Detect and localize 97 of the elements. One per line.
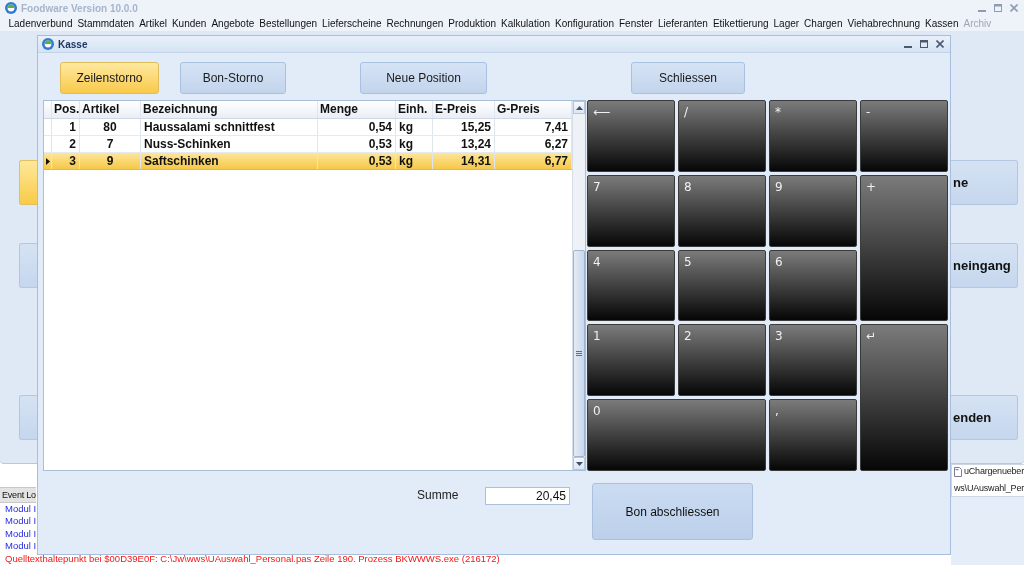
menu-item[interactable]: Etikettierung [710,17,771,30]
log-entry: Modul I [4,515,37,528]
table-cell: 13,24 [433,136,495,152]
table-cell: kg [396,119,433,135]
background-button[interactable]: enden [951,395,1018,440]
table-cell: kg [396,136,433,152]
file-path: ws\UAuswahl_Per [954,483,1024,494]
background-button[interactable] [19,243,37,288]
column-header[interactable]: Einh. [396,101,433,118]
keypad-key[interactable]: , [769,399,857,471]
toolbar-button[interactable]: Bon-Storno [180,62,286,94]
keypad-key[interactable]: 6 [769,249,857,322]
table-cell: 0,54 [318,119,396,135]
table-row[interactable]: 1 80 Haussalami schnittfest 0,54 kg 15,25 7,41 [44,119,572,136]
menu-item[interactable]: Viehabrechnung [844,17,923,30]
toolbar-button[interactable]: Neue Position [360,62,487,94]
menu-item[interactable]: Angebote [208,17,257,30]
row-pointer-icon [45,157,50,165]
finish-button[interactable]: Bon abschliessen [592,483,753,540]
keypad-key[interactable]: 5 [678,249,766,322]
column-header[interactable]: Pos. [52,101,80,118]
table-cell: Haussalami schnittfest [141,119,318,135]
keypad-key[interactable]: 4 [587,249,675,322]
maximize-icon[interactable] [920,40,928,48]
keypad-key[interactable]: 8 [678,174,766,247]
keypad-key[interactable]: 1 [587,324,675,397]
menu-item[interactable]: Bestellungen [256,17,320,30]
keypad-key[interactable]: - [860,100,948,172]
file-name: uChargenueber [964,466,1024,477]
keypad-key[interactable]: 9 [769,174,857,247]
logo-icon [42,38,54,50]
table-cell: 14,31 [433,153,495,169]
background-button[interactable] [19,160,37,205]
scroll-up-button[interactable] [573,101,585,114]
table-cell: 0,53 [318,136,396,152]
keypad-key[interactable]: 7 [587,174,675,247]
keypad-key[interactable]: 3 [769,324,857,397]
log-entry: Modul I [4,503,37,516]
sum-field[interactable]: 20,45 [485,487,570,505]
table-cell: 3 [52,153,80,169]
menu-item[interactable]: Stammdaten [74,17,137,30]
background-button[interactable] [19,395,37,440]
maximize-icon[interactable] [994,4,1002,12]
menu-item[interactable]: Ladenverbund [6,17,75,30]
app-title: Foodware Version 10.0.0 [21,2,138,14]
event-log-header: Event Lo [0,487,36,503]
log-entry: Quelltexthaltepunkt bei $00D39E0F: C:\Jw\wws\UAuswahl_Personal.pas Zeile 190. Prozess BKWWWS.exe (216172) [4,552,500,565]
logo-icon [5,2,17,14]
menu-item[interactable]: Chargen [801,17,845,30]
keypad-key[interactable]: ↵ [860,324,948,471]
table-row[interactable]: 3 9 Saftschinken 0,53 kg 14,31 6,77 [44,153,572,170]
grip-icon [576,351,582,356]
scrollbar-thumb[interactable] [573,250,585,457]
table-cell: Nuss-Schinken [141,136,318,152]
keypad-key[interactable]: + [860,174,948,322]
keypad-key[interactable]: 2 [678,324,766,397]
background-button[interactable]: neingang [951,243,1018,288]
table-cell: kg [396,153,433,169]
menu-item[interactable]: Lieferscheine [319,17,385,30]
dialog-title: Kasse [58,38,88,50]
table-cell: 2 [52,136,80,152]
menu-item[interactable]: Produktion [445,17,499,30]
table-cell: Saftschinken [141,153,318,169]
menu-item[interactable]: Konfiguration [552,17,617,30]
table-cell: 9 [80,153,141,169]
toolbar-button[interactable]: Schliessen [631,62,745,94]
close-icon[interactable] [1010,4,1018,12]
column-header[interactable]: Artikel [80,101,141,118]
column-header[interactable]: E-Preis [433,101,495,118]
toolbar-button[interactable]: Zeilenstorno [60,62,159,94]
triangle-down-icon [575,461,583,466]
keypad-key[interactable]: * [769,100,857,172]
sum-label: Summe [417,488,460,502]
table-cell: 80 [80,119,141,135]
column-header[interactable]: Menge [318,101,396,118]
menu-item[interactable]: Kalkulation [498,17,553,30]
keypad-key[interactable]: / [678,100,766,172]
menu-item[interactable]: Artikel [136,17,170,30]
log-entry: Modul I [4,527,37,541]
table-cell: 15,25 [433,119,495,135]
menu-item[interactable]: Lieferanten [655,17,711,30]
menu-item[interactable]: Fenster [616,17,656,30]
close-icon[interactable] [936,40,944,48]
table-cell: 7 [80,136,141,152]
table-cell: 0,53 [318,153,396,169]
triangle-up-icon [575,105,583,110]
menu-item[interactable]: Kassen [922,17,961,30]
menu-item[interactable]: Kunden [169,17,209,30]
column-header[interactable]: Bezeichnung [141,101,318,118]
keypad-key[interactable]: ⟵ [587,100,675,172]
menu-item[interactable]: Lager [771,17,802,30]
table-cell: 1 [52,119,80,135]
scroll-down-button[interactable] [573,457,585,470]
log-entry: Modul I [4,540,37,553]
keypad-key[interactable]: 0 [587,399,766,471]
background-button[interactable]: ne [951,160,1018,205]
menu-item[interactable]: Rechnungen [384,17,446,30]
